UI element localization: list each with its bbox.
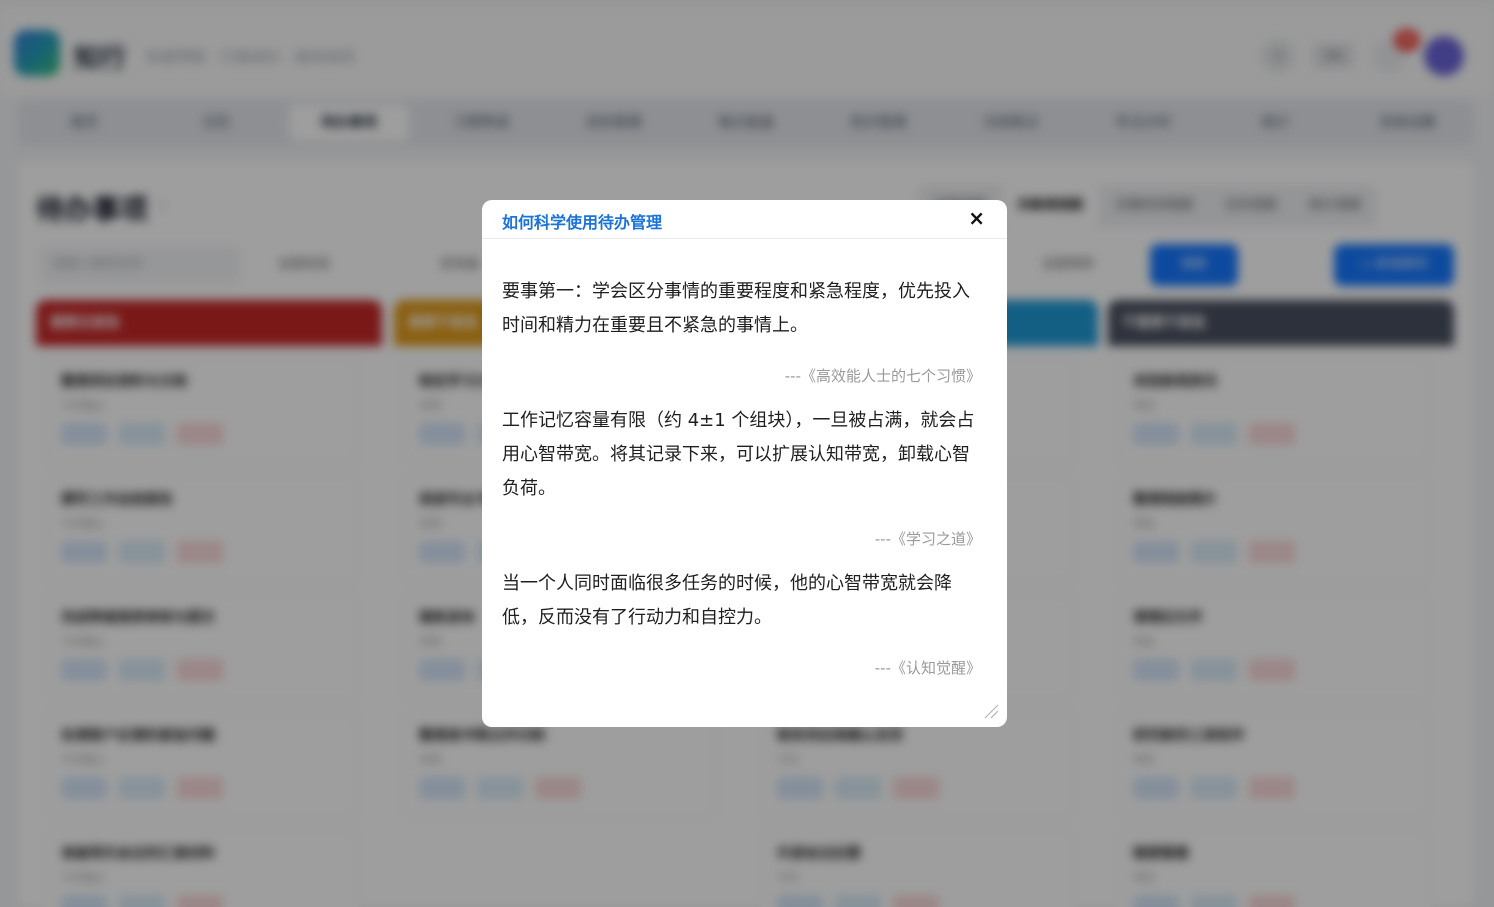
tips-modal: 如何科学使用待办管理 × 要事第一：学会区分事情的重要程度和紧急程度，优先投入时…: [482, 200, 1007, 727]
quote-source: ---《高效能人士的七个习惯》: [784, 367, 981, 385]
modal-body: 要事第一：学会区分事情的重要程度和紧急程度，优先投入时间和精力在重要且不紧急的事…: [482, 239, 1007, 678]
quote-source: ---《认知觉醒》: [874, 659, 981, 677]
quote-text: 当一个人同时面临很多任务的时候，他的心智带宽就会降低，反而没有了行动力和自控力。: [502, 573, 952, 628]
modal-header: 如何科学使用待办管理 ×: [482, 200, 1007, 239]
quote-source: ---《学习之道》: [874, 530, 981, 548]
quote-text: 要事第一：学会区分事情的重要程度和紧急程度，优先投入时间和精力在重要且不紧急的事…: [502, 281, 970, 336]
resize-handle-icon[interactable]: [983, 703, 999, 719]
close-icon[interactable]: ×: [968, 206, 985, 230]
modal-title: 如何科学使用待办管理: [502, 213, 663, 232]
quote-text: 工作记忆容量有限（约 4±1 个组块），一旦被占满，就会占用心智带宽。将其记录下…: [502, 410, 975, 499]
